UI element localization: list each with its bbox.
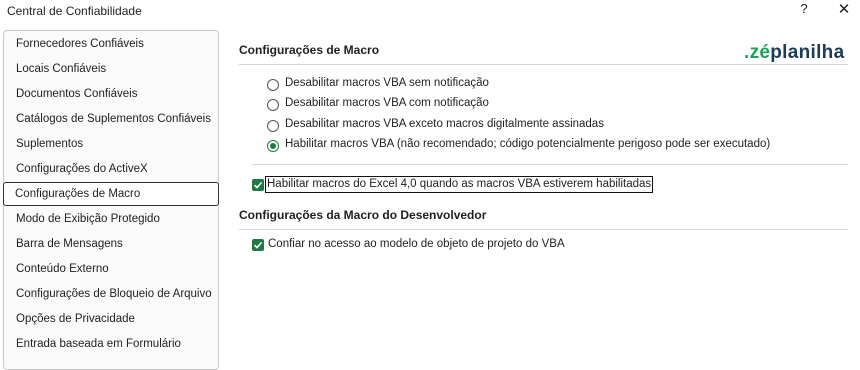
sidebar-item-locais-confiaveis[interactable]: Locais Confiáveis (4, 57, 218, 81)
sidebar-item-activex[interactable]: Configurações do ActiveX (4, 157, 218, 181)
sidebar: Fornecedores Confiáveis Locais Confiávei… (3, 30, 219, 370)
sidebar-item-configuracoes-macro[interactable]: Configurações de Macro (3, 182, 219, 206)
section-divider (252, 164, 848, 165)
vba-trust-label: Confiar no acesso ao modelo de objeto de… (268, 238, 565, 250)
sidebar-item-suplementos[interactable]: Suplementos (4, 132, 218, 156)
sidebar-item-opcoes-privacidade[interactable]: Opções de Privacidade (4, 307, 218, 331)
radio-label: Desabilitar macros VBA exceto macros dig… (285, 118, 604, 130)
radio-button-selected[interactable] (267, 140, 279, 152)
sidebar-item-entrada-formulario[interactable]: Entrada baseada em Formulário (4, 332, 218, 356)
sidebar-item-bloqueio-arquivo[interactable]: Configurações de Bloqueio de Arquivo (4, 282, 218, 306)
sidebar-item-catalogos-suplementos[interactable]: Catálogos de Suplementos Confiáveis (4, 107, 218, 131)
radio-label: Desabilitar macros VBA sem notificação (285, 77, 489, 89)
radio-button[interactable] (267, 79, 279, 91)
radio-button[interactable] (267, 99, 279, 111)
radio-label: Desabilitar macros VBA com notificação (285, 97, 489, 109)
developer-settings-heading: Configurações da Macro do Desenvolvedor (239, 208, 487, 222)
excel4-macros-label: Habilitar macros do Excel 4,0 quando as … (265, 176, 654, 193)
radio-label: Habilitar macros VBA (não recomendado; c… (285, 138, 771, 150)
vba-trust-checkbox[interactable] (252, 239, 264, 251)
close-button[interactable]: ✕ (834, 0, 854, 20)
sidebar-item-fornecedores-confiaveis[interactable]: Fornecedores Confiáveis (4, 32, 218, 56)
sidebar-item-documentos-confiaveis[interactable]: Documentos Confiáveis (4, 82, 218, 106)
sidebar-item-modo-exibicao-protegido[interactable]: Modo de Exibição Protegido (4, 207, 218, 231)
title-bar: Central de Confiabilidade ? ✕ (0, 0, 860, 24)
heading-divider (239, 229, 848, 230)
sidebar-item-barra-mensagens[interactable]: Barra de Mensagens (4, 232, 218, 256)
macro-settings-heading: Configurações de Macro (239, 43, 380, 57)
heading-divider (239, 64, 848, 65)
help-button[interactable]: ? (796, 1, 812, 19)
zeplanilha-logo: .zéplanilha (744, 42, 845, 63)
sidebar-item-conteudo-externo[interactable]: Conteúdo Externo (4, 257, 218, 281)
window-title: Central de Confiabilidade (7, 4, 142, 18)
radio-button[interactable] (267, 120, 279, 132)
excel4-macros-checkbox[interactable] (252, 179, 264, 191)
